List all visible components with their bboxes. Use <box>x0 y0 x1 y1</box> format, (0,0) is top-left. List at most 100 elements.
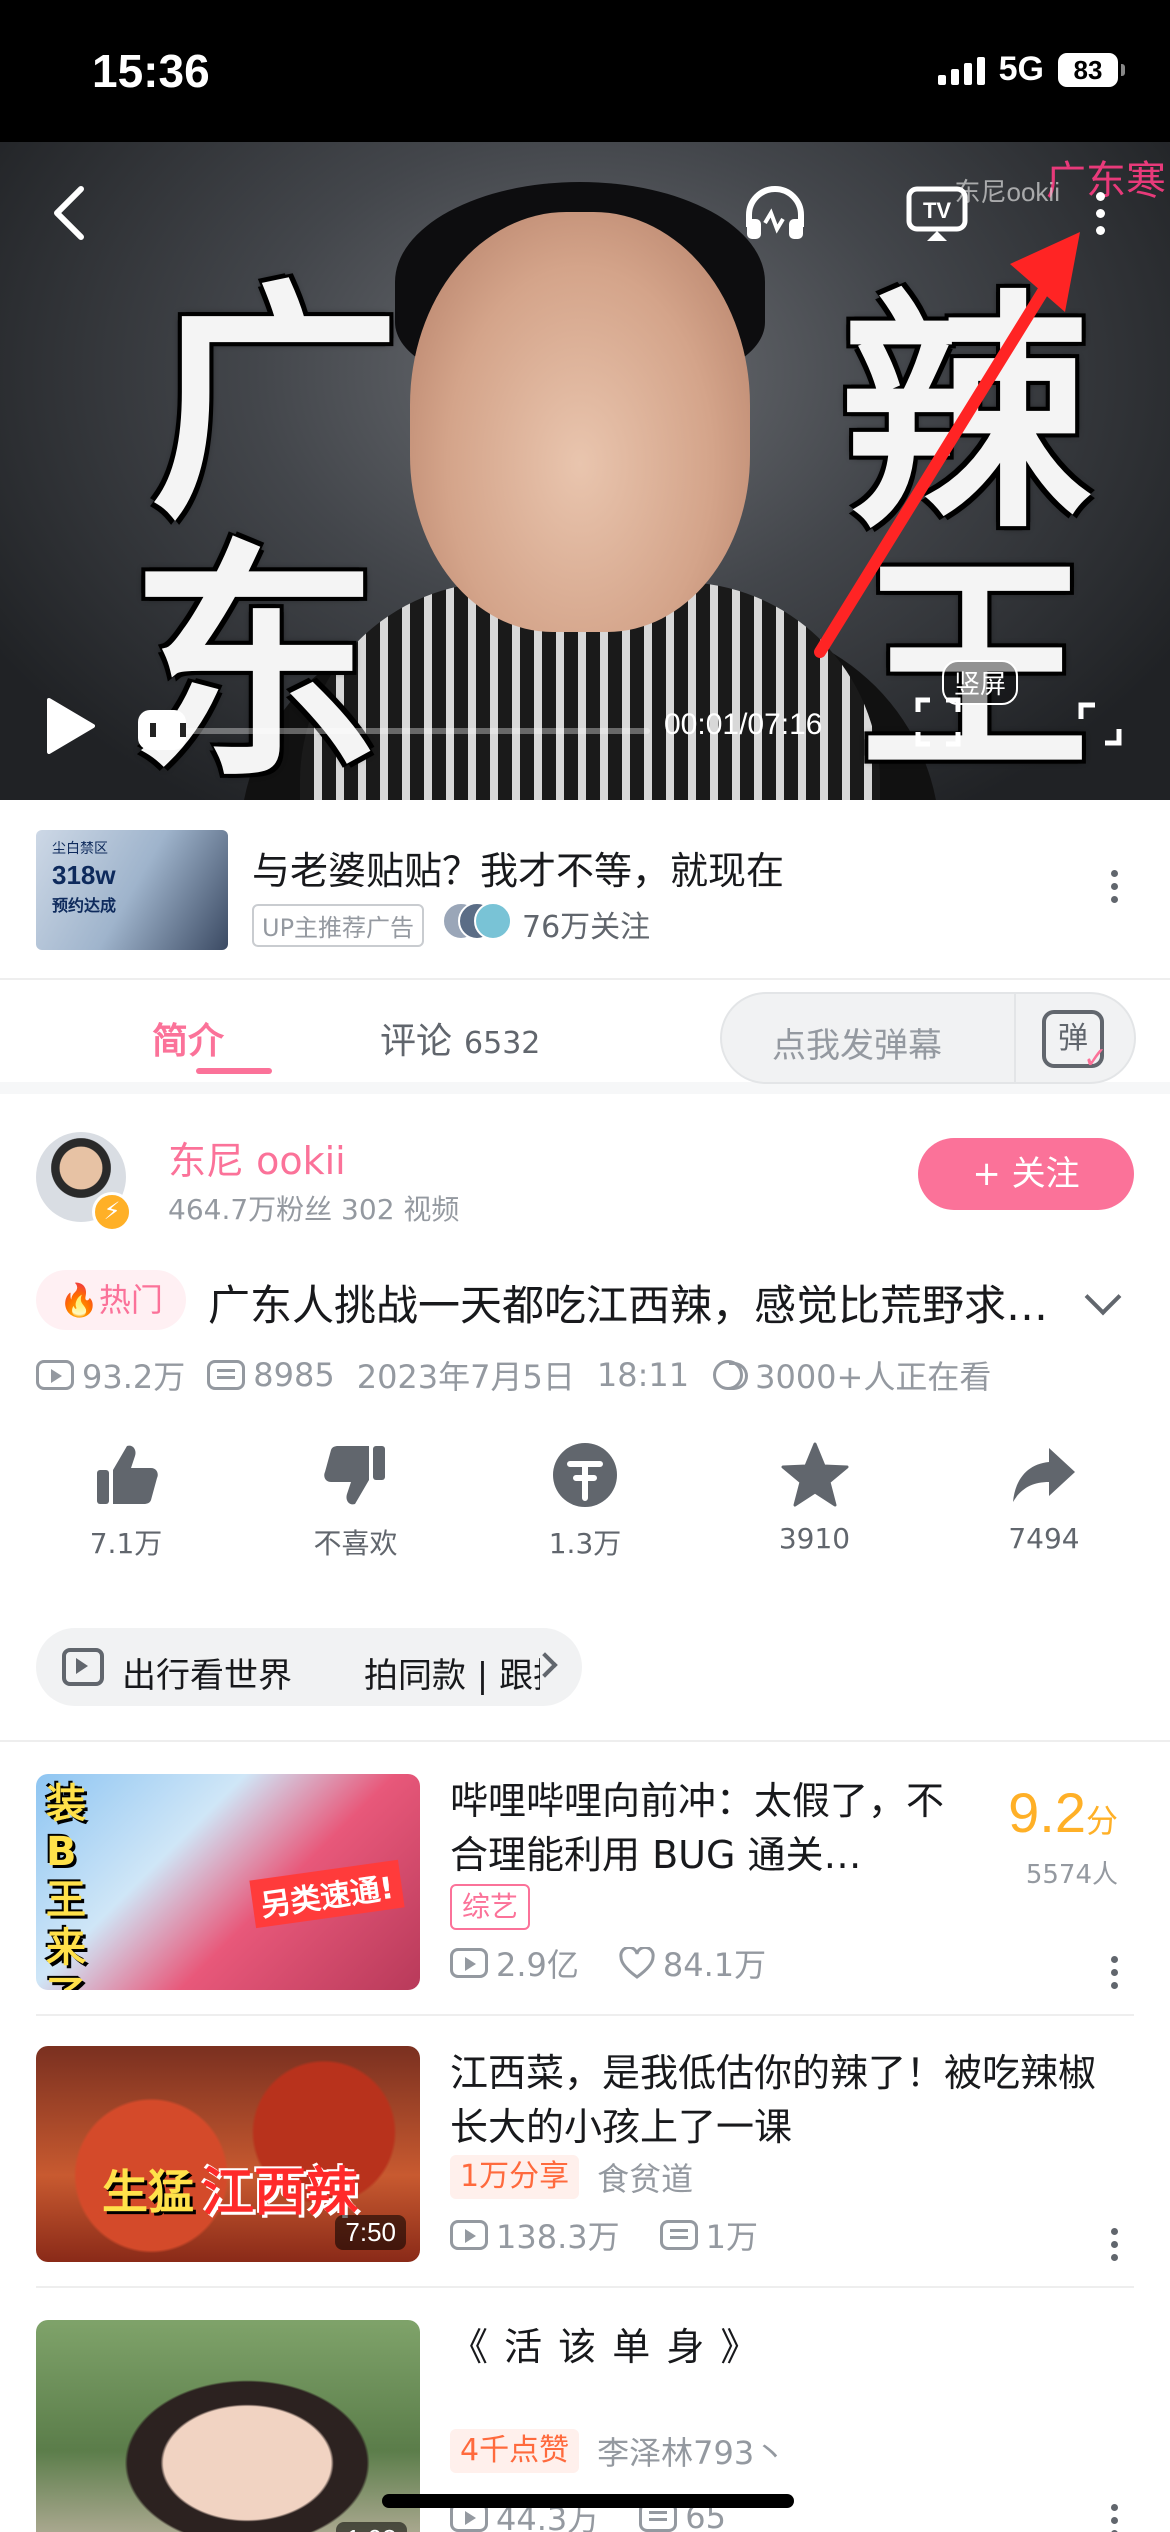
coin-button[interactable]: 1.3万 <box>495 1440 675 1580</box>
listen-button[interactable] <box>740 178 810 248</box>
topic-chip-follow-shoot[interactable]: 拍同款 | 跟拍 <box>364 1648 540 1697</box>
rec-thumb-text-left: 装B王来了 <box>46 1781 86 1990</box>
status-bar: 15:36 5G 83 <box>0 0 1170 142</box>
view-count: 93.2万 <box>82 1358 186 1396</box>
rec-danmaku: 1万 <box>705 2218 758 2256</box>
topic-chips[interactable]: 出行看世界 拍同款 | 跟拍 <box>36 1628 582 1706</box>
share-button[interactable]: 7494 <box>954 1440 1134 1580</box>
tab-active-indicator <box>196 1068 272 1074</box>
rec-category-label: 综艺 <box>450 1884 531 1930</box>
video-title: 广东人挑战一天都吃江西辣，感觉比荒野求生还难 <box>208 1281 1088 1330</box>
rec-likes: 84.1万 <box>662 1946 767 1984</box>
like-button[interactable]: 7.1万 <box>36 1440 216 1580</box>
more-vertical-icon <box>1094 191 1106 235</box>
tv-cast-icon: TV <box>906 186 968 241</box>
ad-label: UP主推荐广告 <box>252 904 425 947</box>
detail-tabs: 简介 评论 6532 点我发弹幕 弹 <box>0 980 1170 1094</box>
play-count-icon <box>36 1360 74 1390</box>
ad-title[interactable]: 与老婆贴贴？我才不等，就现在 <box>252 840 784 895</box>
rec-share-badge: 1万分享 <box>450 2155 580 2199</box>
ad-row[interactable]: 尘白禁区 318w 预约达成 与老婆贴贴？我才不等，就现在 UP主推荐广告 76… <box>0 800 1170 980</box>
more-vertical-icon[interactable] <box>1108 2228 1120 2261</box>
video-title-row[interactable]: 🔥热门 广东人挑战一天都吃江西辣，感觉比荒野求生还难 <box>0 1260 1170 1340</box>
rec-title: 江西菜，是我低估你的辣了！被吃辣椒长大的小孩上了一课 <box>450 2051 1097 2149</box>
fullscreen-button[interactable] <box>1074 698 1126 750</box>
tab-comments[interactable]: 评论 6532 <box>380 1012 540 1064</box>
heart-icon <box>619 1947 655 1979</box>
progress-handle[interactable] <box>138 710 186 750</box>
rec-thumb-text-right: 江西辣 <box>202 2163 359 2223</box>
rec-title: 哔哩哔哩向前冲：太假了，不合理能利用 BUG 通关… <box>450 1779 945 1877</box>
dislike-button[interactable]: 不喜欢 <box>266 1440 446 1580</box>
rec-thumb-text-right: 另类速通! <box>249 1859 405 1929</box>
rec-like-badge: 4千点赞 <box>450 2429 580 2473</box>
rec-stats: 2.9亿 84.1万 <box>450 1940 806 1986</box>
topic-chip-travel[interactable]: 出行看世界 <box>122 1648 292 1697</box>
rec-score: 9.2分 <box>1008 1780 1118 1845</box>
rec-score-count: 5574人 <box>1025 1860 1118 1890</box>
list-item[interactable]: 装B王来了 另类速通! 哔哩哔哩向前冲：太假了，不合理能利用 BUG 通关… 综… <box>0 1744 1170 2016</box>
rec-score-value: 9.2 <box>1008 1781 1086 1844</box>
tab-intro[interactable]: 简介 <box>152 1012 224 1064</box>
home-indicator[interactable] <box>382 2494 794 2508</box>
danmaku-count: 8985 <box>253 1356 335 1394</box>
uploader-name[interactable]: 东尼 ookii <box>168 1130 346 1185</box>
back-button[interactable] <box>44 178 94 248</box>
star-icon <box>781 1442 848 1507</box>
section-divider <box>0 1740 1170 1742</box>
danmaku-count-icon <box>659 2220 698 2250</box>
rec-views: 138.3万 <box>496 2218 620 2256</box>
rec-stats: 138.3万 1万 <box>450 2212 798 2258</box>
more-vertical-icon[interactable] <box>1108 1956 1120 1989</box>
rec-uploader: 食贫道 <box>597 2160 694 2198</box>
watching-count: 3000+人正在看 <box>755 1358 992 1396</box>
rec-thumbnail[interactable]: 生猛 江西辣 7:50 <box>36 2046 420 2262</box>
rec-meta: 4千点赞 李泽林793丶 <box>450 2428 786 2474</box>
rec-thumb-text-left: 生猛 <box>102 2165 194 2219</box>
more-options-button[interactable] <box>1080 178 1120 248</box>
more-vertical-icon[interactable] <box>1108 2504 1120 2532</box>
portrait-fullscreen-icon <box>915 697 961 747</box>
progress-track[interactable] <box>150 728 650 734</box>
list-item[interactable]: 生猛 江西辣 7:50 江西菜，是我低估你的辣了！被吃辣椒长大的小孩上了一课 1… <box>0 2016 1170 2288</box>
video-time: 00:01/07:16 <box>664 708 823 741</box>
cast-tv-button[interactable]: TV <box>902 178 972 248</box>
coin-count: 1.3万 <box>548 1527 622 1560</box>
video-player[interactable]: 广 东 辣 王 广东寒 东尼ookii TV 00:01/07:16 竖屏 <box>0 142 1170 800</box>
follow-button[interactable]: + 关注 <box>918 1138 1134 1210</box>
favorite-button[interactable]: 3910 <box>725 1440 905 1580</box>
rec-thumbnail[interactable]: 装B王来了 另类速通! <box>36 1774 420 1990</box>
portrait-mode-button[interactable] <box>912 696 964 748</box>
rec-meta: 1万分享 食贫道 <box>450 2154 693 2200</box>
play-button[interactable] <box>40 694 100 758</box>
share-count: 7494 <box>1008 1522 1080 1555</box>
thumbs-up-icon <box>97 1445 158 1504</box>
rec-thumbnail[interactable]: 1:03 <box>36 2320 420 2532</box>
chevron-down-icon[interactable] <box>1084 1278 1122 1316</box>
danmaku-toggle-icon[interactable]: 弹 <box>1042 1010 1108 1074</box>
fullscreen-icon <box>1078 702 1122 746</box>
share-icon <box>1013 1448 1075 1502</box>
like-count: 7.1万 <box>89 1527 163 1560</box>
verified-badge-icon: ⚡ <box>92 1192 132 1232</box>
ad-follower-avatars <box>442 902 514 940</box>
ad-more-icon[interactable] <box>1108 870 1120 903</box>
action-bar: 7.1万 不喜欢 1.3万 3910 7494 <box>36 1440 1134 1580</box>
annotation-arrow <box>814 232 1080 658</box>
play-icon <box>47 698 95 754</box>
hot-badge[interactable]: 🔥热门 <box>36 1270 186 1330</box>
ad-thumbnail[interactable]: 尘白禁区 318w 预约达成 <box>36 830 228 950</box>
coin-icon <box>553 1443 617 1507</box>
ad-followers: 76万关注 <box>522 910 651 945</box>
danmaku-input[interactable]: 点我发弹幕 弹 <box>720 992 1136 1084</box>
danmaku-count-icon <box>207 1360 246 1390</box>
dislike-label: 不喜欢 <box>313 1527 398 1560</box>
tab-comments-label: 评论 <box>380 1021 453 1062</box>
thumbs-down-icon <box>323 1446 385 1505</box>
rec-title: 《 活 该 单 身 》 <box>450 2325 761 2369</box>
publish-date: 2023年7月5日 <box>356 1358 575 1396</box>
ad-thumb-game: 尘白禁区 <box>52 841 108 857</box>
play-count-icon <box>450 2220 488 2250</box>
favorite-count: 3910 <box>778 1522 851 1555</box>
uploader-row: ⚡ 东尼 ookii 464.7万粉丝 302 视频 + 关注 <box>0 1106 1170 1236</box>
